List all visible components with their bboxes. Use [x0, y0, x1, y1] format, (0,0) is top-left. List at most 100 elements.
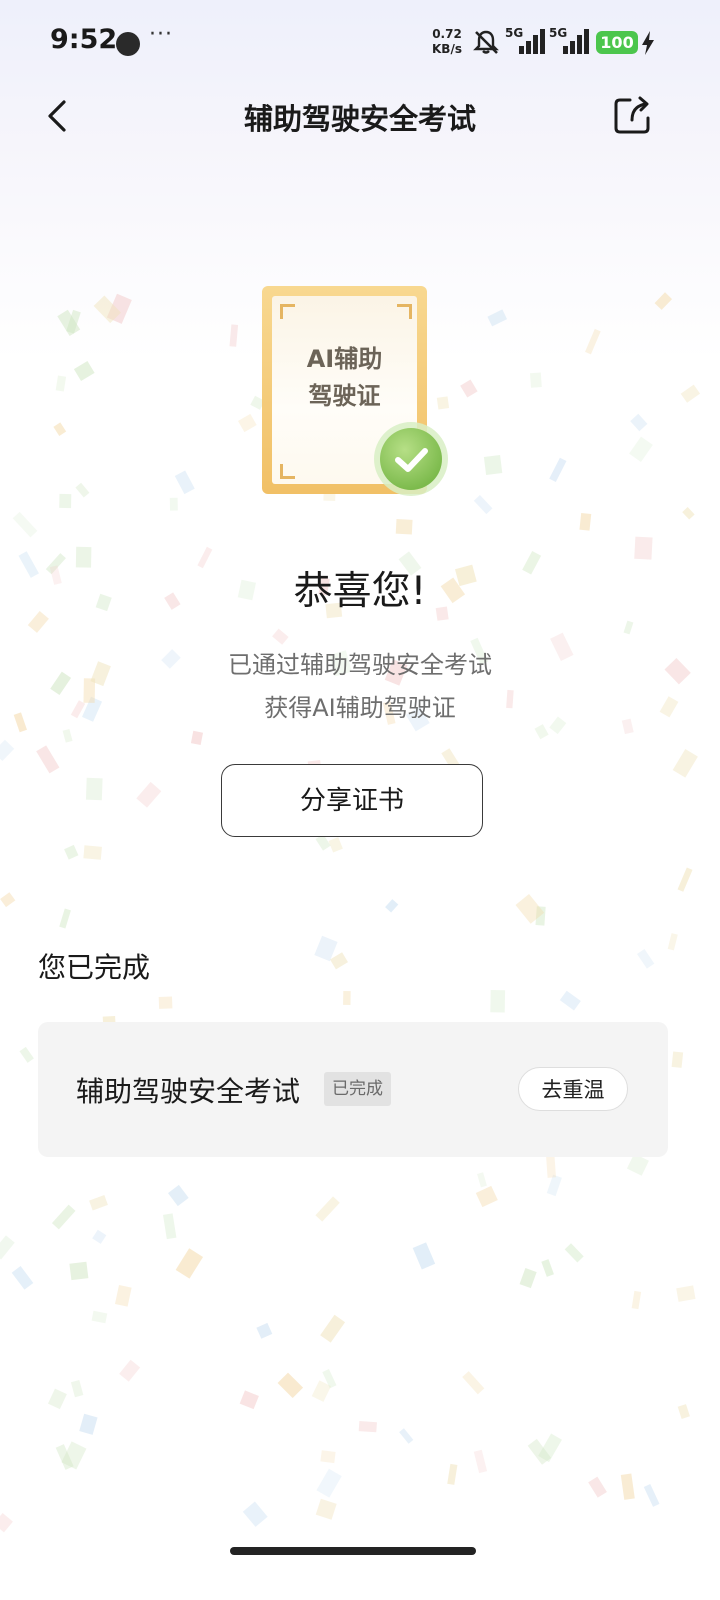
confetti-piece: [12, 511, 38, 538]
confetti-piece: [549, 457, 567, 482]
certificate-title: AI辅助 驾驶证: [272, 341, 417, 415]
confetti-piece: [462, 1371, 485, 1395]
confetti-piece: [620, 1473, 635, 1500]
confetti-piece: [473, 1449, 488, 1474]
confetti-piece: [53, 422, 67, 436]
confetti-piece: [83, 845, 102, 860]
confetti-piece: [119, 1359, 141, 1382]
certificate-corner: [397, 304, 412, 319]
completed-section-title: 您已完成: [38, 951, 151, 984]
signal-5g-label: 5G: [505, 26, 523, 40]
confetti-piece: [242, 1501, 268, 1527]
confetti-piece: [237, 413, 257, 433]
confetti-piece: [62, 728, 73, 743]
confetti-piece: [59, 908, 71, 929]
confetti-piece: [79, 1413, 98, 1435]
confetti-piece: [190, 730, 204, 745]
confetti-piece: [534, 724, 549, 740]
confetti-piece: [676, 1285, 696, 1302]
confetti-piece: [412, 1242, 436, 1270]
completed-status-badge: 已完成: [324, 1072, 391, 1106]
confetti-piece: [680, 384, 701, 403]
confetti-piece: [36, 745, 60, 774]
signal-5g-icon-2: 5G: [549, 26, 589, 54]
share-certificate-button[interactable]: 分享证书: [221, 764, 483, 837]
confetti-piece: [73, 360, 95, 382]
exam-name: 辅助驾驶安全考试: [76, 1075, 301, 1108]
confetti-piece: [85, 777, 103, 801]
confetti-piece: [64, 844, 79, 860]
certificate-corner: [280, 464, 295, 479]
network-speed-unit: KB/s: [432, 42, 462, 56]
confetti-piece: [158, 996, 173, 1009]
confetti-piece: [19, 1046, 34, 1063]
check-circle-icon: [374, 422, 448, 496]
confetti-piece: [75, 482, 90, 498]
confetti-piece: [70, 1379, 84, 1398]
confetti-piece: [636, 948, 655, 969]
network-speed: 0.72 KB/s: [432, 27, 462, 57]
confetti-piece: [631, 1290, 642, 1310]
confetti-piece: [623, 620, 634, 635]
confetti-piece: [399, 1428, 414, 1444]
confetti-piece: [677, 867, 693, 892]
review-button[interactable]: 去重温: [518, 1067, 628, 1111]
confetti-piece: [630, 413, 648, 432]
confetti-piece: [315, 1498, 337, 1520]
confetti-piece: [385, 899, 399, 913]
confetti-piece: [343, 991, 351, 1006]
confetti-piece: [169, 497, 178, 511]
charging-icon: [642, 31, 654, 55]
confetti-piece: [320, 1314, 346, 1343]
certificate-corner: [280, 304, 295, 319]
confetti-piece: [174, 470, 195, 495]
confetti-piece: [277, 1372, 304, 1399]
navigation-bar: 辅助驾驶安全考试: [0, 86, 720, 146]
confetti-piece: [475, 1185, 498, 1208]
confetti-piece: [0, 892, 16, 908]
confetti-piece: [320, 1450, 336, 1464]
bell-muted-icon: [473, 30, 499, 54]
confetti-piece: [447, 1463, 458, 1485]
confetti-piece: [316, 1468, 342, 1498]
confetti-piece: [546, 1174, 562, 1197]
share-button[interactable]: [610, 92, 656, 138]
confetti-piece: [487, 309, 508, 327]
confetti-piece: [358, 1421, 377, 1433]
confetti-piece: [175, 1248, 204, 1279]
certificate-earned-text: 获得AI辅助驾驶证: [264, 694, 456, 722]
network-speed-value: 0.72: [432, 27, 462, 41]
battery-level: 100: [596, 31, 638, 54]
confetti-piece: [59, 493, 72, 509]
more-notifications-icon: ···: [149, 22, 173, 47]
confetti-piece: [564, 1243, 584, 1263]
back-button[interactable]: [38, 94, 78, 138]
confetti-piece: [643, 1483, 660, 1507]
confetti-piece: [163, 1213, 177, 1240]
completed-exam-card: 辅助驾驶安全考试 已完成 去重温: [38, 1022, 668, 1157]
confetti-piece: [256, 1322, 273, 1339]
home-indicator[interactable]: [230, 1547, 476, 1555]
confetti-piece: [47, 1388, 67, 1410]
confetti-piece: [0, 1512, 13, 1533]
confetti-piece: [51, 1204, 76, 1230]
passed-exam-text: 已通过辅助驾驶安全考试: [228, 651, 492, 679]
certificate-illustration: AI辅助 驾驶证: [262, 286, 448, 498]
confetti-piece: [460, 379, 478, 398]
confetti-piece: [667, 933, 678, 951]
confetti-piece: [69, 1261, 89, 1281]
confetti-piece: [634, 536, 653, 560]
confetti-piece: [89, 1195, 108, 1211]
confetti-piece: [329, 952, 349, 970]
confetti-piece: [315, 1196, 340, 1222]
confetti-piece: [239, 1390, 259, 1410]
confetti-piece: [477, 1172, 487, 1188]
confetti-piece: [671, 1051, 684, 1068]
confetti-piece: [677, 1404, 690, 1419]
confetti-piece: [0, 1235, 15, 1260]
confetti-piece: [114, 1285, 132, 1307]
confetti-piece: [519, 1267, 537, 1289]
page-title: 辅助驾驶安全考试: [243, 102, 476, 136]
confetti-piece: [629, 436, 653, 462]
confetti-piece: [585, 328, 601, 355]
